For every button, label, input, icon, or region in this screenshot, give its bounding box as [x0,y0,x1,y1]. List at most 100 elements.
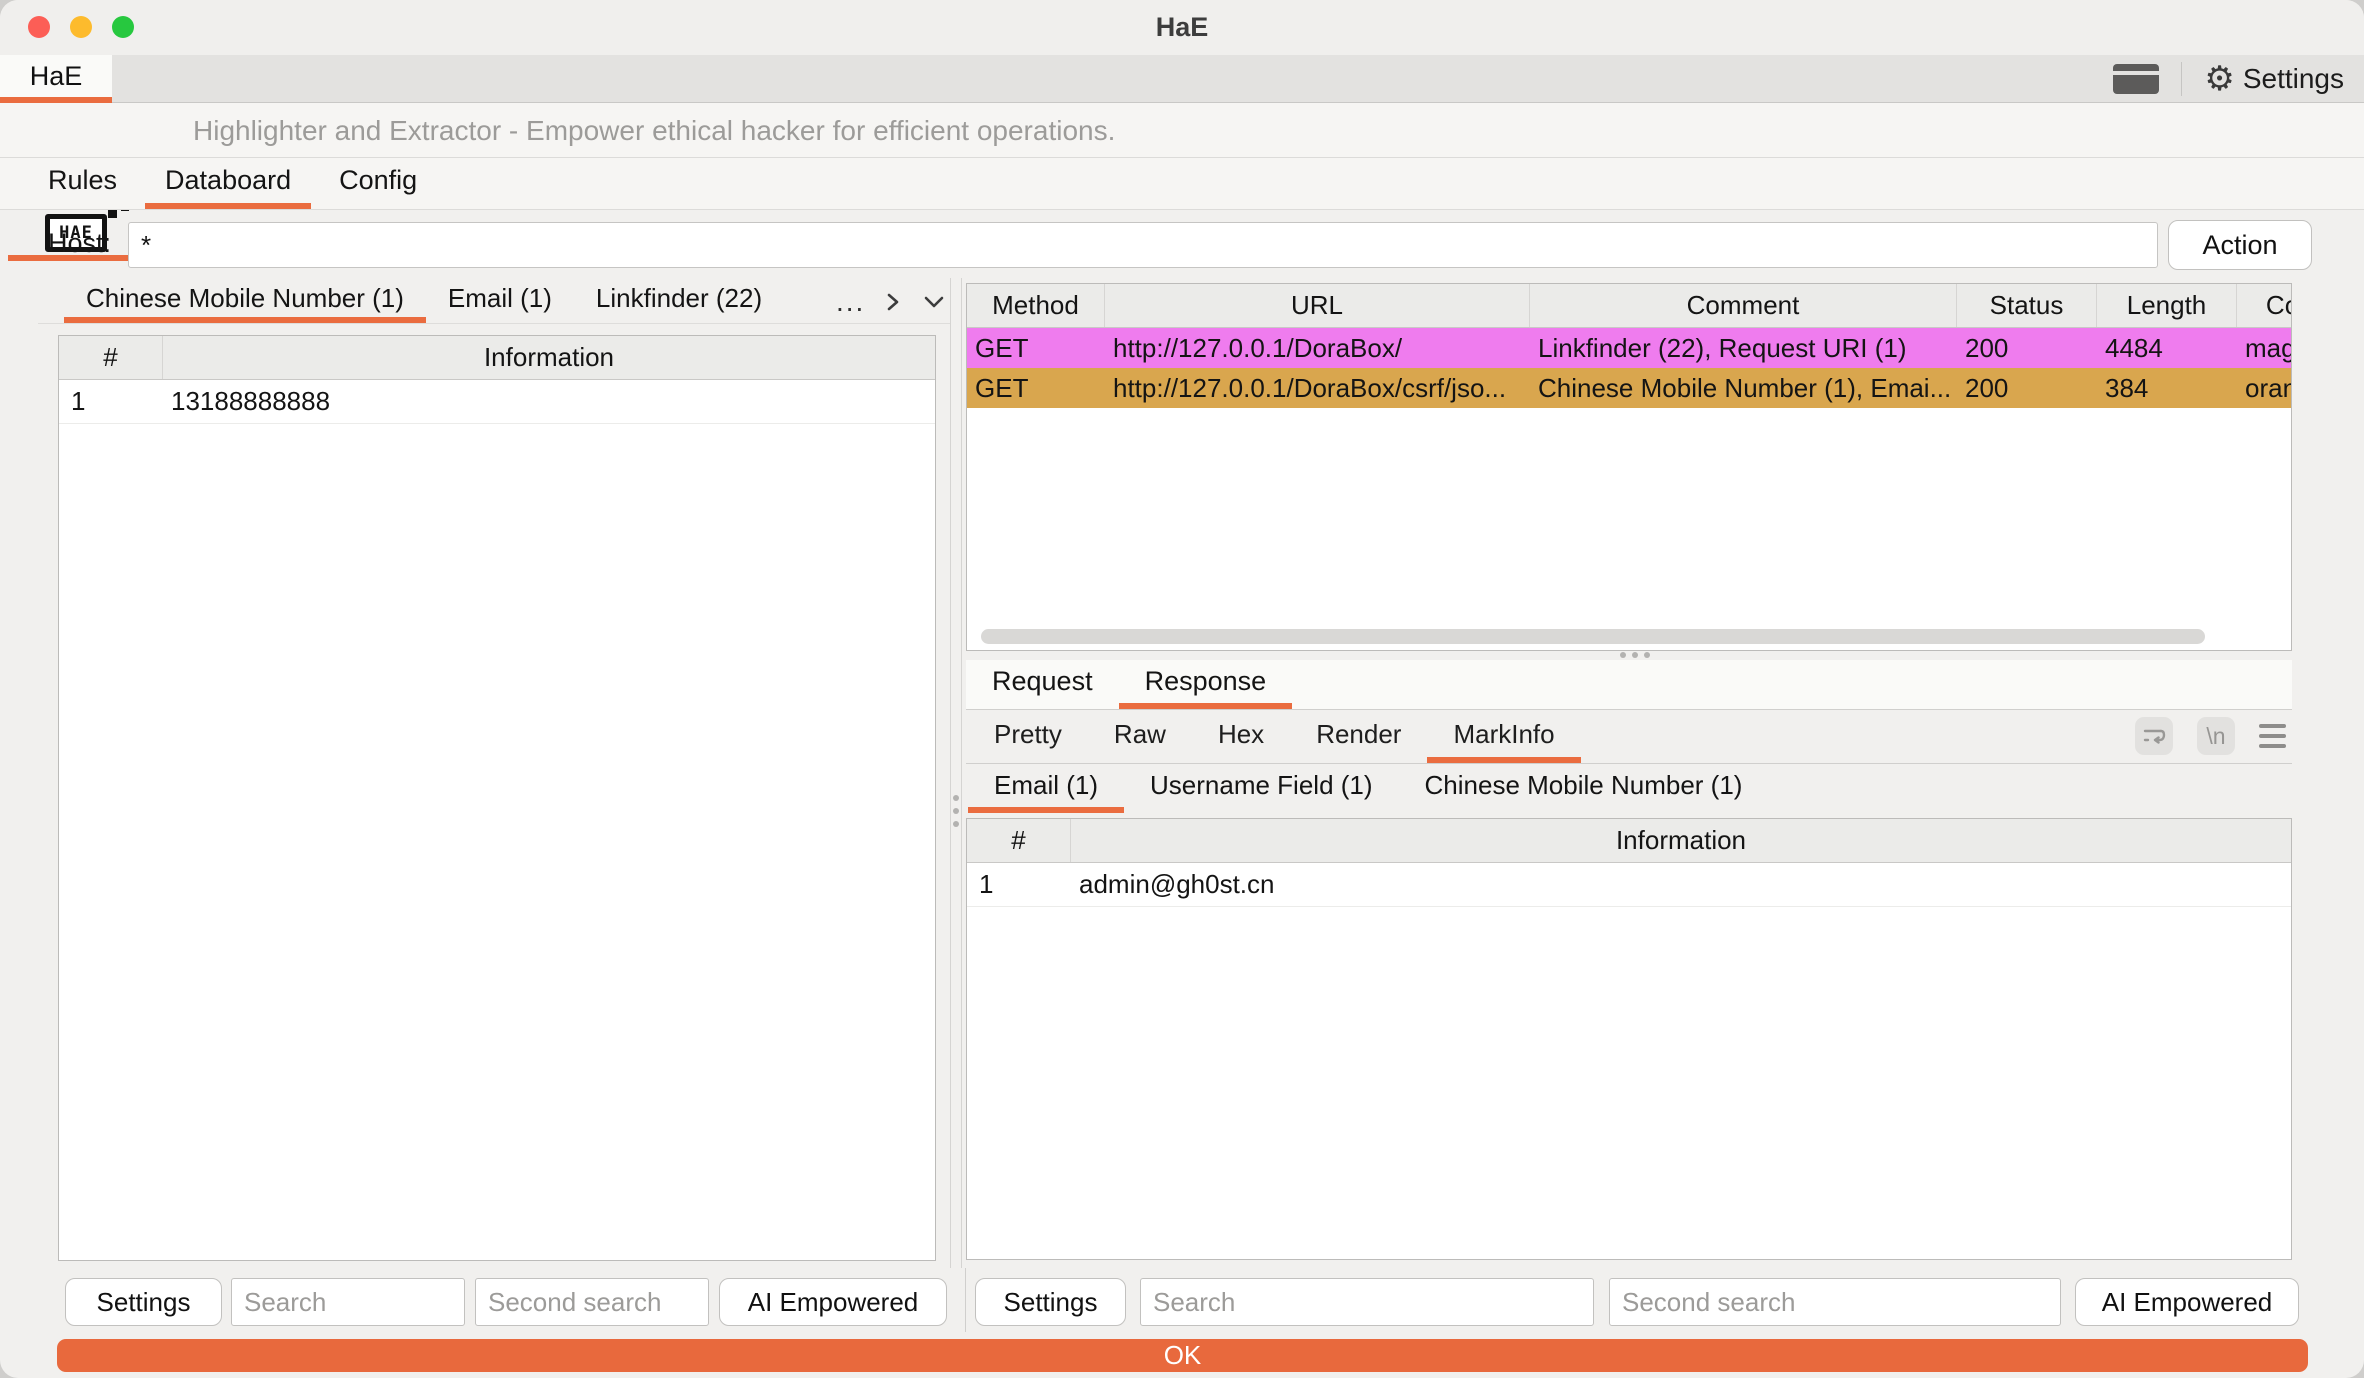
left-ai-empowered-button[interactable]: AI Empowered [719,1278,947,1326]
subtab-render[interactable]: Render [1290,711,1427,763]
left-search-input[interactable] [231,1278,465,1326]
table-row[interactable]: 1 admin@gh0st.cn [967,863,2291,907]
settings-button[interactable]: ⚙ Settings [2204,62,2344,96]
subtab-label: Pretty [994,719,1062,750]
nav-tabs: Rules Databoard Config [0,158,2364,210]
col-header-url[interactable]: URL [1105,284,1530,327]
cell-information: admin@gh0st.cn [1071,869,2291,900]
col-header-index[interactable]: # [59,336,163,379]
separator [2181,62,2182,96]
tab-overflow-ellipsis-button[interactable]: ... [836,286,865,318]
marktab-email[interactable]: Email (1) [968,764,1124,813]
subtab-label: Render [1316,719,1401,750]
tab-rules-label: Rules [48,165,117,196]
ok-status-bar[interactable]: OK [57,1339,2308,1372]
window-icon[interactable] [2113,64,2159,94]
newline-button[interactable]: \n [2197,717,2235,755]
left-info-table: # Information 1 13188888888 [58,335,936,1261]
right-second-search-input[interactable] [1609,1278,2061,1326]
viewer-subtabs: Pretty Raw Hex Render MarkInfo [966,711,2292,764]
marktab-label: Username Field (1) [1150,770,1373,801]
col-header-status[interactable]: Status [1957,284,2097,327]
subtab-raw[interactable]: Raw [1088,711,1192,763]
tab-email[interactable]: Email (1) [426,280,574,323]
subtab-label: Hex [1218,719,1264,750]
col-header-length[interactable]: Length [2097,284,2237,327]
left-table-header: # Information [59,336,935,380]
cell-comment: Chinese Mobile Number (1), Emai... [1530,373,1957,404]
tab-hae[interactable]: HaE [0,55,112,103]
cell-status: 200 [1957,333,2097,364]
action-button[interactable]: Action [2168,220,2312,270]
host-input[interactable] [128,222,2158,268]
top-tabstrip: HaE ⚙ Settings [0,55,2364,103]
close-button[interactable] [28,16,50,38]
subtab-markinfo[interactable]: MarkInfo [1427,711,1580,763]
cell-information: 13188888888 [163,386,935,417]
tab-linkfinder[interactable]: Linkfinder (22) [574,280,784,323]
col-header-comment[interactable]: Comment [1530,284,1957,327]
subtab-pretty[interactable]: Pretty [968,711,1088,763]
minimize-button[interactable] [70,16,92,38]
col-header-method[interactable]: Method [967,284,1105,327]
tab-databoard[interactable]: Databoard [145,158,311,209]
right-ai-empowered-button[interactable]: AI Empowered [2075,1278,2299,1326]
marktab-username-field[interactable]: Username Field (1) [1124,764,1399,813]
request-row[interactable]: GET http://127.0.0.1/DoraBox/csrf/jso...… [967,368,2291,408]
cell-status: 200 [1957,373,2097,404]
table-row[interactable]: 1 13188888888 [59,380,935,424]
tab-response[interactable]: Response [1119,660,1293,709]
tab-request[interactable]: Request [966,660,1119,709]
newline-icon: \n [2206,723,2225,750]
col-header-index[interactable]: # [967,819,1071,862]
banner-row: HAE Highlighter and Extractor - Empower … [0,103,2364,158]
horizontal-splitter-handle[interactable] [1620,652,1650,658]
menu-icon[interactable] [2259,724,2286,748]
cell-url: http://127.0.0.1/DoraBox/ [1105,333,1530,364]
tab-label: Linkfinder (22) [596,283,762,314]
requests-table: Method URL Comment Status Length Color G… [966,283,2292,651]
gear-icon: ⚙ [2204,62,2234,96]
horizontal-scrollbar[interactable] [981,629,2205,644]
chevron-down-icon[interactable] [921,290,947,314]
subtab-hex[interactable]: Hex [1192,711,1290,763]
button-label: Settings [97,1287,191,1318]
tab-chinese-mobile-number[interactable]: Chinese Mobile Number (1) [64,280,426,323]
marktab-label: Email (1) [994,770,1098,801]
word-wrap-button[interactable] [2135,717,2173,755]
button-label: Settings [1004,1287,1098,1318]
tab-databoard-label: Databoard [165,165,291,196]
window-title: HaE [0,0,2364,55]
app-window: HaE HaE ⚙ Settings HAE Highlighter and E… [0,0,2364,1378]
left-settings-button[interactable]: Settings [65,1278,222,1326]
tab-overflow-controls: ... [836,282,947,322]
left-result-tabs: Chinese Mobile Number (1) Email (1) Link… [38,280,950,324]
tab-label: Chinese Mobile Number (1) [86,283,404,314]
right-search-input[interactable] [1140,1278,1594,1326]
marktab-chinese-mobile-number[interactable]: Chinese Mobile Number (1) [1399,764,1769,813]
vertical-splitter-handle[interactable] [953,795,959,827]
right-settings-button[interactable]: Settings [975,1278,1126,1326]
col-header-color[interactable]: Color [2237,284,2292,327]
tab-label: Request [992,666,1093,697]
button-label: AI Empowered [748,1287,919,1318]
tab-label: Email (1) [448,283,552,314]
col-header-information[interactable]: Information [1071,819,2291,862]
subtab-label: Raw [1114,719,1166,750]
panel-divider-line [961,278,962,1268]
left-second-search-input[interactable] [475,1278,709,1326]
requests-table-header: Method URL Comment Status Length Color [967,284,2291,328]
ok-label: OK [1164,1340,1202,1371]
col-header-information[interactable]: Information [163,336,935,379]
tab-rules[interactable]: Rules [28,158,137,209]
zoom-button[interactable] [112,16,134,38]
tab-hae-label: HaE [30,61,83,92]
action-button-label: Action [2202,230,2277,261]
request-row[interactable]: GET http://127.0.0.1/DoraBox/ Linkfinder… [967,328,2291,368]
tab-config[interactable]: Config [319,158,437,209]
cell-method: GET [967,333,1105,364]
cell-length: 384 [2097,373,2237,404]
window-icon-slit [2113,71,2159,75]
chevron-right-icon[interactable] [881,290,905,314]
titlebar: HaE [0,0,2364,55]
